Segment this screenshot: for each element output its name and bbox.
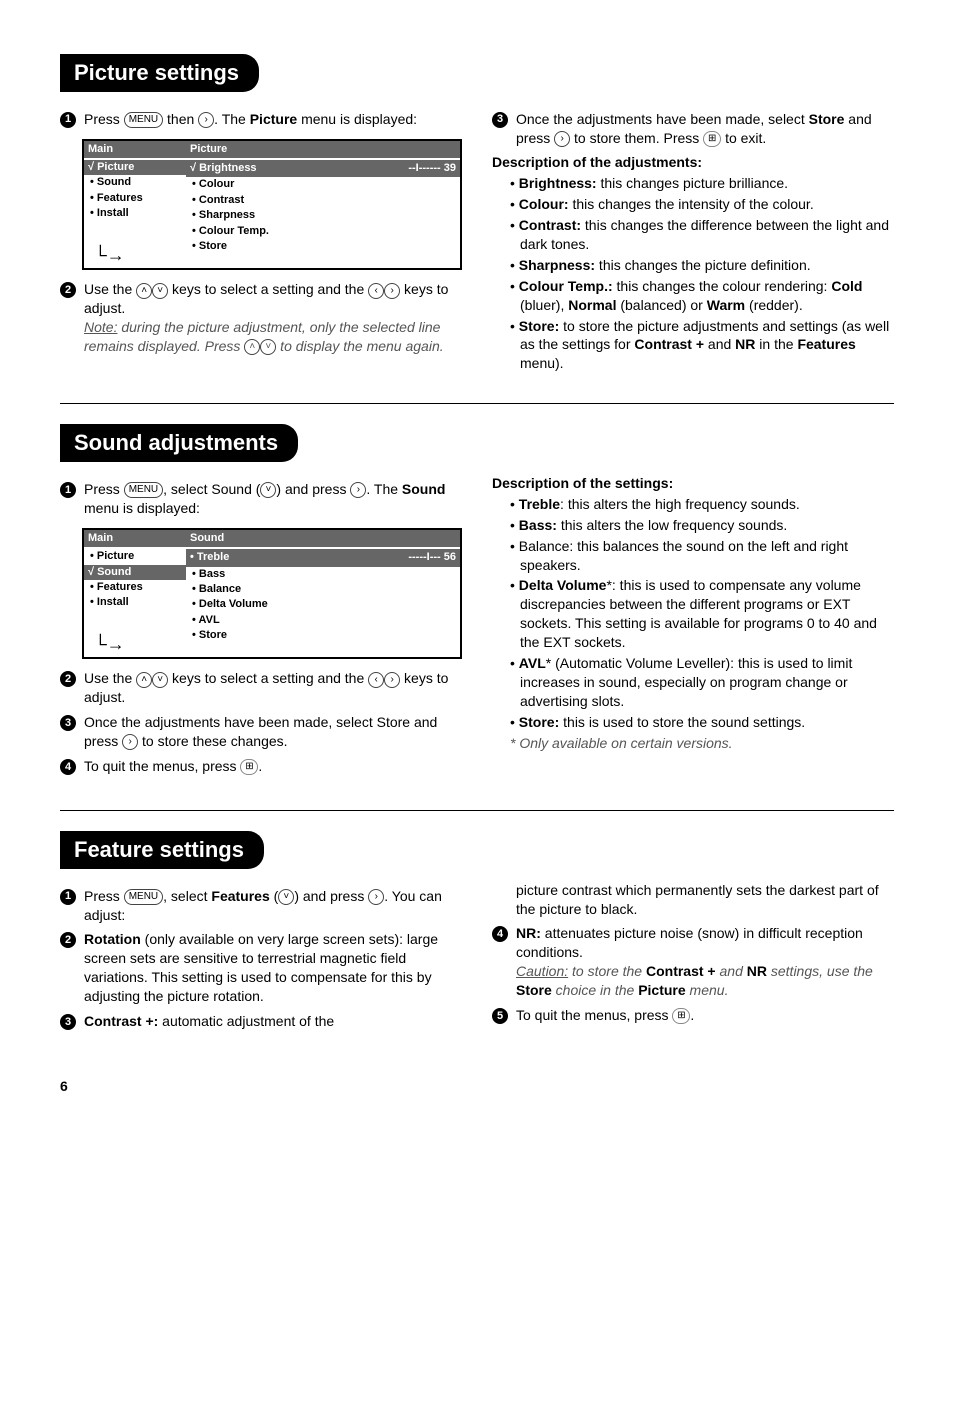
menu-key-icon: MENU xyxy=(124,112,163,128)
sound-step-2: Use the ˄˅ keys to select a setting and … xyxy=(84,669,462,707)
menu-detail-title: Picture xyxy=(186,141,460,158)
right-key-icon: › xyxy=(554,131,570,147)
picture-desc-list: • Brightness: this changes picture brill… xyxy=(492,174,894,373)
step-1-badge: 1 xyxy=(60,889,76,905)
feature-heading: Feature settings xyxy=(60,831,264,869)
sound-step-1: Press MENU, select Sound (˅) and press ›… xyxy=(84,480,462,518)
picture-step-1: Press MENU then ›. The Picture menu is d… xyxy=(84,110,462,129)
picture-step-3: Once the adjustments have been made, sel… xyxy=(516,110,894,148)
feature-step-3: Contrast +: automatic adjustment of the xyxy=(84,1012,462,1031)
sound-desc-title: Description of the settings: xyxy=(492,474,894,493)
exit-key-icon: ⊞ xyxy=(240,759,258,775)
picture-menu-diagram: Main √ Picture • Sound • Features • Inst… xyxy=(82,139,462,271)
menu-arrow-icon: └→ xyxy=(94,635,125,653)
menu-key-icon: MENU xyxy=(124,889,163,905)
right-key-icon: › xyxy=(122,734,138,750)
right-key-icon: › xyxy=(384,283,400,299)
feature-step-3-cont: picture contrast which permanently sets … xyxy=(492,881,894,919)
sound-step-4: To quit the menus, press ⊞. xyxy=(84,757,462,776)
picture-desc-title: Description of the adjustments: xyxy=(492,153,894,172)
step-3-badge: 3 xyxy=(492,112,508,128)
sound-step-3: Once the adjustments have been made, sel… xyxy=(84,713,462,751)
feature-step-5: To quit the menus, press ⊞. xyxy=(516,1006,894,1025)
down-key-icon: ˅ xyxy=(278,889,294,905)
step-3-badge: 3 xyxy=(60,715,76,731)
menu-arrow-icon: └→ xyxy=(94,246,125,264)
page-number: 6 xyxy=(60,1077,894,1096)
sound-menu-diagram: Main • Picture √ Sound • Features • Inst… xyxy=(82,528,462,660)
picture-step-2: Use the ˄˅ keys to select a setting and … xyxy=(84,280,462,356)
right-key-icon: › xyxy=(198,112,214,128)
sound-desc-list: • Treble: this alters the high frequency… xyxy=(492,495,894,732)
menu-key-icon: MENU xyxy=(124,482,163,498)
step-2-badge: 2 xyxy=(60,671,76,687)
feature-step-2: Rotation (only available on very large s… xyxy=(84,930,462,1006)
exit-key-icon: ⊞ xyxy=(703,131,721,147)
step-1-badge: 1 xyxy=(60,482,76,498)
feature-step-1: Press MENU, select Features (˅) and pres… xyxy=(84,887,462,925)
step-2-badge: 2 xyxy=(60,932,76,948)
step-2-badge: 2 xyxy=(60,282,76,298)
step-1-badge: 1 xyxy=(60,112,76,128)
sound-heading: Sound adjustments xyxy=(60,424,298,462)
step-5-badge: 5 xyxy=(492,1008,508,1024)
up-key-icon: ˄ xyxy=(136,283,152,299)
right-key-icon: › xyxy=(368,889,384,905)
left-key-icon: ‹ xyxy=(368,283,384,299)
down-key-icon: ˅ xyxy=(260,482,276,498)
step-4-badge: 4 xyxy=(60,759,76,775)
exit-key-icon: ⊞ xyxy=(672,1008,690,1024)
step-4-badge: 4 xyxy=(492,926,508,942)
down-key-icon: ˅ xyxy=(152,283,168,299)
step-3-badge: 3 xyxy=(60,1014,76,1030)
picture-heading: Picture settings xyxy=(60,54,259,92)
feature-step-4: NR: attenuates picture noise (snow) in d… xyxy=(516,924,894,1000)
right-key-icon: › xyxy=(350,482,366,498)
menu-main-title: Main xyxy=(84,141,186,158)
sound-footnote: * Only available on certain versions. xyxy=(492,734,894,753)
